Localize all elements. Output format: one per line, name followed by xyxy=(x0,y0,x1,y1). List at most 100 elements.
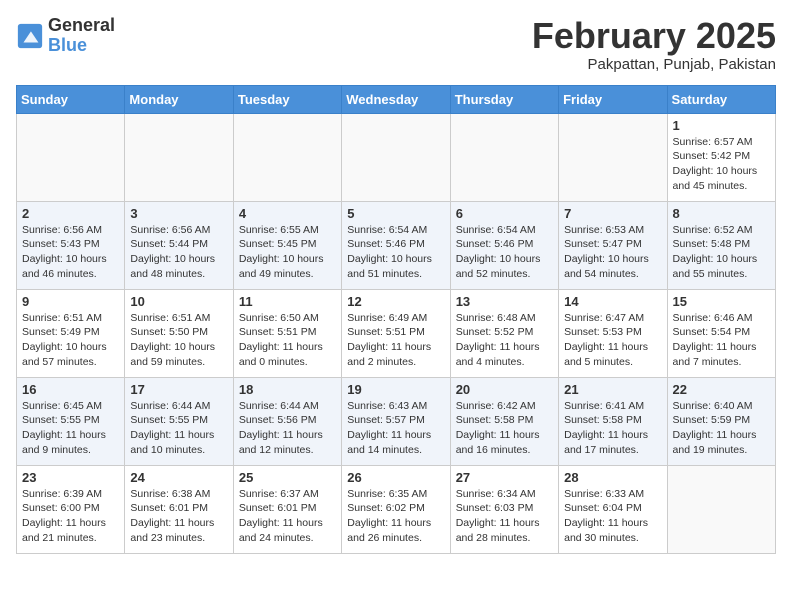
table-row: 9 Sunrise: 6:51 AMSunset: 5:49 PMDaylight… xyxy=(17,289,125,377)
day-info: Sunrise: 6:34 AMSunset: 6:03 PMDaylight:… xyxy=(456,487,553,546)
col-tuesday: Tuesday xyxy=(233,85,341,113)
table-row: 10 Sunrise: 6:51 AMSunset: 5:50 PMDayligh… xyxy=(125,289,233,377)
day-info: Sunrise: 6:44 AMSunset: 5:56 PMDaylight:… xyxy=(239,399,336,458)
day-number: 3 xyxy=(130,206,227,221)
table-row xyxy=(342,113,450,201)
table-row: 6 Sunrise: 6:54 AMSunset: 5:46 PMDaylight… xyxy=(450,201,558,289)
table-row: 7Sunrise: 6:53 AMSunset: 5:47 PMDaylight… xyxy=(559,201,667,289)
day-number: 21 xyxy=(564,382,661,397)
header: General Blue February 2025 Pakpattan, Pu… xyxy=(16,16,776,73)
logo-text: General Blue xyxy=(48,16,115,56)
day-info: Sunrise: 6:51 AMSunset: 5:49 PMDaylight:… xyxy=(22,311,119,370)
table-row: 15 Sunrise: 6:46 AMSunset: 5:54 PMDayligh… xyxy=(667,289,775,377)
day-number: 13 xyxy=(456,294,553,309)
day-number: 7 xyxy=(564,206,661,221)
calendar-row: 9 Sunrise: 6:51 AMSunset: 5:49 PMDaylight… xyxy=(17,289,776,377)
header-row: Sunday Monday Tuesday Wednesday Thursday… xyxy=(17,85,776,113)
day-info: Sunrise: 6:42 AMSunset: 5:58 PMDaylight:… xyxy=(456,399,553,458)
title-block: February 2025 Pakpattan, Punjab, Pakista… xyxy=(532,16,776,73)
day-number: 18 xyxy=(239,382,336,397)
table-row: 25Sunrise: 6:37 AMSunset: 6:01 PMDayligh… xyxy=(233,465,341,553)
logo-general-text: General xyxy=(48,16,115,36)
table-row: 13Sunrise: 6:48 AMSunset: 5:52 PMDayligh… xyxy=(450,289,558,377)
table-row: 18 Sunrise: 6:44 AMSunset: 5:56 PMDayligh… xyxy=(233,377,341,465)
table-row xyxy=(17,113,125,201)
calendar-table: Sunday Monday Tuesday Wednesday Thursday… xyxy=(16,85,776,554)
table-row: 28Sunrise: 6:33 AMSunset: 6:04 PMDayligh… xyxy=(559,465,667,553)
table-row: 16Sunrise: 6:45 AMSunset: 5:55 PMDayligh… xyxy=(17,377,125,465)
day-info: Sunrise: 6:51 AMSunset: 5:50 PMDaylight:… xyxy=(130,311,227,370)
table-row xyxy=(125,113,233,201)
day-number: 19 xyxy=(347,382,444,397)
logo-blue-text: Blue xyxy=(48,36,115,56)
table-row: 19 Sunrise: 6:43 AMSunset: 5:57 PMDayligh… xyxy=(342,377,450,465)
day-number: 15 xyxy=(673,294,770,309)
day-number: 11 xyxy=(239,294,336,309)
table-row: 8 Sunrise: 6:52 AMSunset: 5:48 PMDaylight… xyxy=(667,201,775,289)
day-number: 26 xyxy=(347,470,444,485)
day-number: 25 xyxy=(239,470,336,485)
table-row: 23Sunrise: 6:39 AMSunset: 6:00 PMDayligh… xyxy=(17,465,125,553)
day-info: Sunrise: 6:54 AMSunset: 5:46 PMDaylight:… xyxy=(347,223,444,282)
calendar-row: 2Sunrise: 6:56 AMSunset: 5:43 PMDaylight… xyxy=(17,201,776,289)
day-info: Sunrise: 6:50 AMSunset: 5:51 PMDaylight:… xyxy=(239,311,336,370)
day-number: 16 xyxy=(22,382,119,397)
col-sunday: Sunday xyxy=(17,85,125,113)
day-number: 9 xyxy=(22,294,119,309)
calendar-row: 23Sunrise: 6:39 AMSunset: 6:00 PMDayligh… xyxy=(17,465,776,553)
day-info: Sunrise: 6:54 AMSunset: 5:46 PMDaylight:… xyxy=(456,223,553,282)
day-info: Sunrise: 6:52 AMSunset: 5:48 PMDaylight:… xyxy=(673,223,770,282)
location-subtitle: Pakpattan, Punjab, Pakistan xyxy=(532,56,776,73)
col-friday: Friday xyxy=(559,85,667,113)
day-number: 4 xyxy=(239,206,336,221)
day-info: Sunrise: 6:43 AMSunset: 5:57 PMDaylight:… xyxy=(347,399,444,458)
table-row xyxy=(559,113,667,201)
table-row: 27 Sunrise: 6:34 AMSunset: 6:03 PMDayligh… xyxy=(450,465,558,553)
table-row: 5 Sunrise: 6:54 AMSunset: 5:46 PMDaylight… xyxy=(342,201,450,289)
day-number: 2 xyxy=(22,206,119,221)
day-number: 1 xyxy=(673,118,770,133)
day-number: 5 xyxy=(347,206,444,221)
day-number: 28 xyxy=(564,470,661,485)
table-row: 20 Sunrise: 6:42 AMSunset: 5:58 PMDayligh… xyxy=(450,377,558,465)
day-info: Sunrise: 6:47 AMSunset: 5:53 PMDaylight:… xyxy=(564,311,661,370)
col-wednesday: Wednesday xyxy=(342,85,450,113)
table-row: 26 Sunrise: 6:35 AMSunset: 6:02 PMDayligh… xyxy=(342,465,450,553)
table-row: 3 Sunrise: 6:56 AMSunset: 5:44 PMDaylight… xyxy=(125,201,233,289)
table-row: 17 Sunrise: 6:44 AMSunset: 5:55 PMDayligh… xyxy=(125,377,233,465)
day-number: 22 xyxy=(673,382,770,397)
table-row: 24 Sunrise: 6:38 AMSunset: 6:01 PMDayligh… xyxy=(125,465,233,553)
day-number: 17 xyxy=(130,382,227,397)
col-monday: Monday xyxy=(125,85,233,113)
calendar-row: 1 Sunrise: 6:57 AMSunset: 5:42 PMDaylight… xyxy=(17,113,776,201)
day-info: Sunrise: 6:44 AMSunset: 5:55 PMDaylight:… xyxy=(130,399,227,458)
table-row: 22 Sunrise: 6:40 AMSunset: 5:59 PMDayligh… xyxy=(667,377,775,465)
day-info: Sunrise: 6:38 AMSunset: 6:01 PMDaylight:… xyxy=(130,487,227,546)
day-info: Sunrise: 6:49 AMSunset: 5:51 PMDaylight:… xyxy=(347,311,444,370)
month-title: February 2025 xyxy=(532,16,776,56)
day-info: Sunrise: 6:40 AMSunset: 5:59 PMDaylight:… xyxy=(673,399,770,458)
day-info: Sunrise: 6:39 AMSunset: 6:00 PMDaylight:… xyxy=(22,487,119,546)
day-info: Sunrise: 6:46 AMSunset: 5:54 PMDaylight:… xyxy=(673,311,770,370)
day-number: 24 xyxy=(130,470,227,485)
day-number: 8 xyxy=(673,206,770,221)
day-number: 20 xyxy=(456,382,553,397)
logo: General Blue xyxy=(16,16,115,56)
col-thursday: Thursday xyxy=(450,85,558,113)
logo-icon xyxy=(16,22,44,50)
day-info: Sunrise: 6:57 AMSunset: 5:42 PMDaylight:… xyxy=(673,135,770,194)
table-row: 2Sunrise: 6:56 AMSunset: 5:43 PMDaylight… xyxy=(17,201,125,289)
table-row: 12 Sunrise: 6:49 AMSunset: 5:51 PMDayligh… xyxy=(342,289,450,377)
table-row xyxy=(667,465,775,553)
day-info: Sunrise: 6:56 AMSunset: 5:44 PMDaylight:… xyxy=(130,223,227,282)
day-info: Sunrise: 6:41 AMSunset: 5:58 PMDaylight:… xyxy=(564,399,661,458)
day-number: 6 xyxy=(456,206,553,221)
day-number: 12 xyxy=(347,294,444,309)
day-info: Sunrise: 6:35 AMSunset: 6:02 PMDaylight:… xyxy=(347,487,444,546)
day-number: 14 xyxy=(564,294,661,309)
day-number: 27 xyxy=(456,470,553,485)
day-number: 10 xyxy=(130,294,227,309)
table-row xyxy=(450,113,558,201)
table-row: 4Sunrise: 6:55 AMSunset: 5:45 PMDaylight… xyxy=(233,201,341,289)
table-row: 14 Sunrise: 6:47 AMSunset: 5:53 PMDayligh… xyxy=(559,289,667,377)
